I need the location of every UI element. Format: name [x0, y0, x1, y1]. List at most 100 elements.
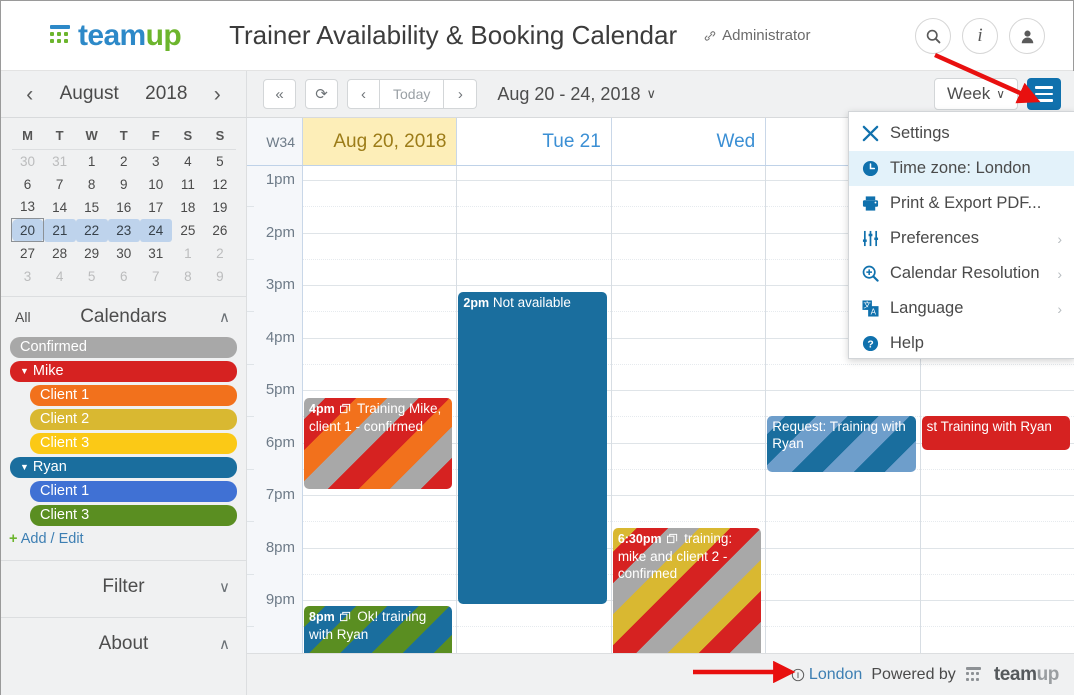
- mini-calendar-day[interactable]: 23: [107, 218, 140, 242]
- mini-calendar-day[interactable]: 19: [204, 196, 236, 219]
- view-select[interactable]: Week ∨: [934, 78, 1018, 110]
- mini-calendar-day[interactable]: 12: [204, 173, 236, 196]
- mini-calendar-day[interactable]: 8: [76, 173, 108, 196]
- about-section-header[interactable]: About ∧: [1, 618, 246, 670]
- refresh-button[interactable]: ⟳: [305, 79, 338, 109]
- day-column[interactable]: 6:30pm training: mike and client 2 - con…: [611, 166, 767, 653]
- next-period-button[interactable]: ›: [444, 79, 478, 109]
- mini-calendar-day[interactable]: 9: [204, 265, 236, 288]
- calendar-event[interactable]: 6:30pm training: mike and client 2 - con…: [612, 528, 762, 653]
- mini-calendar-day[interactable]: 17: [140, 196, 172, 219]
- mini-calendar-day[interactable]: 3: [12, 265, 44, 288]
- hour-tick: [247, 416, 254, 418]
- mini-calendar-day[interactable]: 6: [12, 173, 44, 196]
- mini-calendar-day[interactable]: 6: [108, 265, 140, 288]
- calendar-list-item[interactable]: Client 3: [30, 504, 237, 526]
- today-button[interactable]: Today: [380, 79, 445, 109]
- mini-calendar-day[interactable]: 3: [140, 150, 172, 173]
- chevron-down-icon[interactable]: ∨: [219, 578, 230, 596]
- mini-calendar-day[interactable]: 18: [172, 196, 204, 219]
- footer-teamup-logo[interactable]: teamup: [965, 664, 1059, 686]
- calendar-event[interactable]: 8pm Ok! training with Ryan: [304, 606, 453, 653]
- add-edit-calendars-link[interactable]: + Add / Edit: [9, 531, 246, 547]
- mini-calendar-day[interactable]: 31: [44, 150, 76, 173]
- mini-calendar-day[interactable]: 21: [43, 218, 76, 242]
- calendar-list-item[interactable]: ▼ Ryan: [10, 456, 237, 478]
- chevron-up-icon[interactable]: ∧: [219, 308, 230, 326]
- mini-calendar-day[interactable]: 13: [12, 196, 44, 219]
- menu-item-print-export-pdf[interactable]: Print & Export PDF...: [849, 186, 1074, 221]
- menu-item-settings[interactable]: Settings: [849, 116, 1074, 151]
- chevron-down-icon[interactable]: ▼: [20, 462, 29, 472]
- mini-calendar-day[interactable]: 31: [140, 242, 172, 265]
- teamup-logo[interactable]: teamup: [49, 19, 182, 53]
- mini-calendar-day[interactable]: 20: [10, 218, 45, 242]
- mini-calendar-day[interactable]: 24: [139, 218, 172, 242]
- timezone-link[interactable]: London: [791, 666, 862, 684]
- calendar-list-item[interactable]: Client 2: [30, 408, 237, 430]
- filter-section-header[interactable]: Filter ∨: [1, 561, 246, 613]
- footer-logo-team: team: [993, 664, 1037, 685]
- info-icon[interactable]: i: [962, 18, 998, 54]
- hamburger-menu-button[interactable]: [1027, 78, 1061, 110]
- date-range-selector[interactable]: Aug 20 - 24, 2018 ∨: [497, 84, 656, 105]
- calendar-list-item[interactable]: Confirmed: [10, 336, 237, 358]
- half-hour-gridline: [303, 258, 457, 260]
- menu-item-preferences[interactable]: Preferences ›: [849, 221, 1074, 256]
- mini-calendar-day[interactable]: 8: [172, 265, 204, 288]
- next-month-button[interactable]: ›: [214, 84, 221, 105]
- mini-calendar-day[interactable]: 4: [172, 150, 204, 173]
- mini-calendar-day[interactable]: 26: [204, 219, 236, 242]
- day-column[interactable]: 2pm Not available: [457, 166, 612, 653]
- mini-calendar-day[interactable]: 27: [12, 242, 44, 265]
- mini-calendar-day[interactable]: 16: [108, 196, 140, 219]
- calendar-event[interactable]: st Training with Ryan: [921, 416, 1071, 450]
- day-column[interactable]: 4pm Training Mike, client 1 - confirmed 8…: [303, 166, 458, 653]
- administrator-link[interactable]: Administrator: [703, 27, 810, 44]
- mini-calendar-day[interactable]: 28: [44, 242, 76, 265]
- prev-month-button[interactable]: ‹: [26, 84, 33, 105]
- previous-period-button[interactable]: ‹: [347, 79, 380, 109]
- menu-item-time-zone-london[interactable]: Time zone: London: [849, 151, 1074, 186]
- mini-calendar-day[interactable]: 30: [108, 242, 140, 265]
- calendar-list-item[interactable]: Client 3: [30, 432, 237, 454]
- mini-calendar-day[interactable]: 5: [204, 150, 236, 173]
- calendar-list-item[interactable]: Client 1: [30, 384, 237, 406]
- mini-calendar-day[interactable]: 22: [75, 218, 108, 242]
- mini-calendar-day[interactable]: 14: [44, 196, 76, 219]
- mini-calendar-day[interactable]: 4: [44, 265, 76, 288]
- menu-item-language[interactable]: 文 A Language ›: [849, 291, 1074, 326]
- calendar-list-item[interactable]: ▼ Mike: [10, 360, 237, 382]
- chevron-down-icon[interactable]: ▼: [20, 366, 29, 376]
- mini-calendar-day[interactable]: 15: [76, 196, 108, 219]
- calendar-event[interactable]: 4pm Training Mike, client 1 - confirmed: [304, 398, 453, 489]
- search-icon[interactable]: [915, 18, 951, 54]
- day-header[interactable]: Wed: [612, 118, 767, 165]
- all-calendars-link[interactable]: All: [15, 309, 31, 325]
- first-page-button[interactable]: «: [263, 79, 296, 109]
- menu-item-calendar-resolution[interactable]: Calendar Resolution ›: [849, 256, 1074, 291]
- menu-item-help[interactable]: ? Help: [849, 326, 1074, 361]
- mini-calendar-day[interactable]: 11: [172, 173, 204, 196]
- chevron-up-icon[interactable]: ∧: [219, 635, 230, 653]
- mini-calendar-day[interactable]: 2: [204, 242, 236, 265]
- user-icon[interactable]: [1009, 18, 1045, 54]
- calendar-list-item[interactable]: Client 1: [30, 480, 237, 502]
- mini-calendar-day[interactable]: 2: [108, 150, 140, 173]
- mini-calendar-day[interactable]: 1: [172, 242, 204, 265]
- mini-calendar-day[interactable]: 9: [108, 173, 140, 196]
- calendar-event[interactable]: Request: Training with Ryan: [767, 416, 916, 472]
- mini-calendar-day[interactable]: 30: [12, 150, 44, 173]
- calendar-event[interactable]: 2pm Not available: [458, 292, 607, 604]
- mini-calendar-days: 30 31 1 2 3 4 5 6 7 8 9 10 11 12 13 14 15 16 17 18 19 20 21 22 2…: [10, 150, 237, 288]
- day-header[interactable]: Aug 20, 2018: [303, 118, 458, 165]
- mini-calendar-day[interactable]: 29: [76, 242, 108, 265]
- hour-gridline: [611, 285, 766, 286]
- mini-calendar-day[interactable]: 1: [76, 150, 108, 173]
- mini-calendar-day[interactable]: 7: [140, 265, 172, 288]
- mini-calendar-day[interactable]: 25: [172, 219, 204, 242]
- mini-calendar-day[interactable]: 10: [140, 173, 172, 196]
- mini-calendar-day[interactable]: 7: [44, 173, 76, 196]
- mini-calendar-day[interactable]: 5: [76, 265, 108, 288]
- day-header[interactable]: Tue 21: [457, 118, 612, 165]
